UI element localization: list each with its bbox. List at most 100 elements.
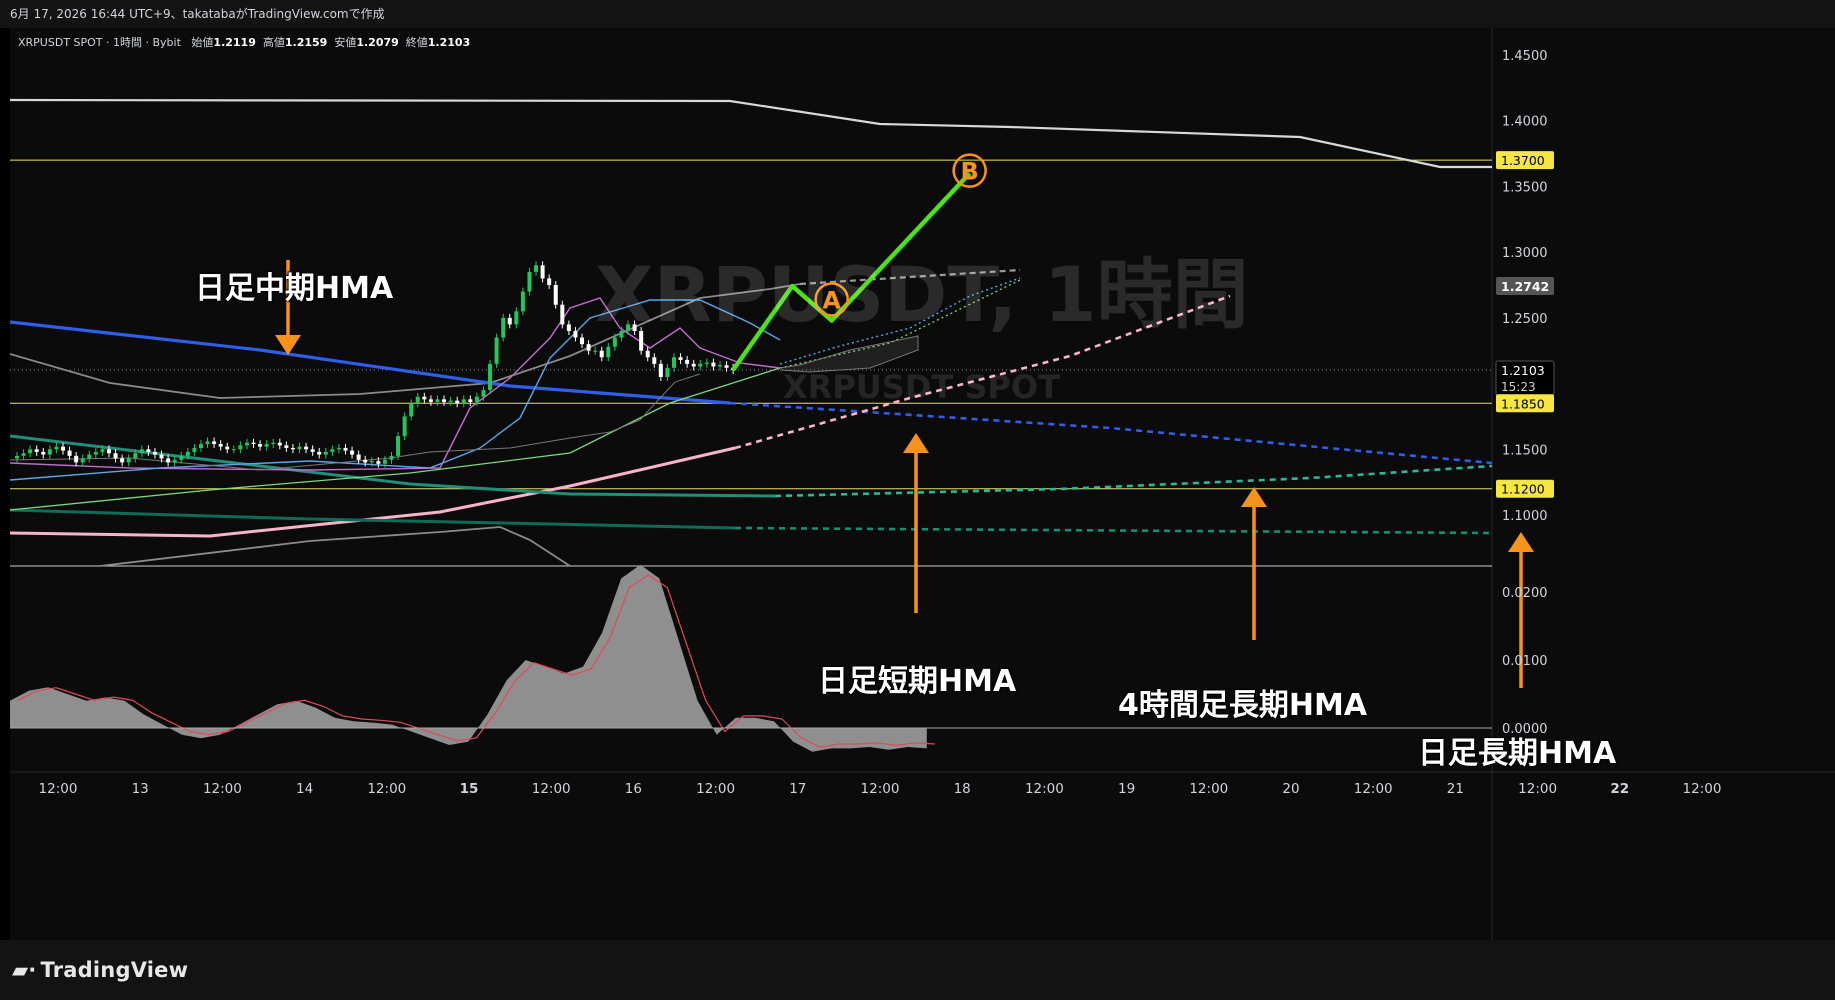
- candle-body: [389, 455, 394, 460]
- x-tick-label: 21: [1447, 781, 1464, 797]
- chart-header: 6月 17, 2026 16:44 UTC+9、takatabaがTrading…: [0, 0, 1835, 28]
- candle-body: [435, 399, 440, 402]
- candle-body: [238, 445, 243, 450]
- candle-body: [47, 449, 52, 455]
- candle-body: [225, 446, 230, 450]
- scenario-marker-label-b: B: [961, 158, 979, 186]
- header-text: 6月 17, 2026 16:44 UTC+9、takatabaがTrading…: [10, 7, 385, 21]
- tradingview-logo[interactable]: ▰⋅ TradingView: [12, 958, 188, 982]
- candle-body: [133, 453, 138, 459]
- daily-long-hma-projection: [734, 526, 1493, 535]
- candle-body: [244, 442, 249, 446]
- tv-logo-icon: ▰⋅: [12, 958, 37, 982]
- legend-symbol: XRPUSDT SPOT · 1時間 · Bybit: [18, 36, 181, 49]
- candle-body: [494, 337, 499, 364]
- candle-body: [198, 444, 203, 448]
- candle-body: [573, 331, 578, 338]
- osc-tick-label: 0.0100: [1502, 654, 1548, 669]
- x-tick-label: 12:00: [696, 781, 735, 797]
- candle-body: [468, 399, 473, 402]
- candle-body: [724, 365, 729, 368]
- x-tick-label: 19: [1118, 781, 1135, 797]
- candle-body: [402, 416, 407, 437]
- candle-body: [553, 285, 558, 305]
- candle-body: [448, 400, 453, 402]
- y-tick-label: 1.1500: [1502, 443, 1548, 458]
- level-badge-label: 1.1850: [1501, 396, 1545, 411]
- candle-body: [34, 449, 39, 452]
- candle-body: [304, 446, 309, 450]
- oscillator-area: [10, 564, 927, 752]
- h4-long-hma-projection: [774, 464, 1493, 498]
- x-tick-label: 13: [132, 781, 149, 797]
- x-tick-label: 15: [460, 781, 479, 797]
- candle-body: [606, 346, 611, 358]
- candle-body: [28, 449, 33, 454]
- candle-body: [284, 445, 289, 448]
- y-tick-label: 1.3000: [1502, 246, 1548, 261]
- candle-body: [159, 454, 164, 459]
- candle-body: [60, 446, 65, 451]
- candle-body: [685, 359, 690, 364]
- candle-body: [87, 454, 92, 459]
- candle-body: [54, 446, 59, 450]
- candle-body: [382, 459, 387, 464]
- candle-body: [474, 396, 479, 402]
- candle-body: [704, 362, 709, 364]
- y-tick-label: 1.3500: [1502, 180, 1548, 195]
- candle-body: [330, 449, 335, 452]
- x-tick-label: 16: [625, 781, 642, 797]
- candle-body: [106, 449, 111, 454]
- x-tick-label: 12:00: [367, 781, 406, 797]
- x-tick-label: 12:00: [1354, 781, 1393, 797]
- x-tick-label: 12:00: [861, 781, 900, 797]
- candle-body: [166, 458, 171, 463]
- footer: ▰⋅ TradingView: [0, 940, 1835, 1000]
- candle-body: [356, 454, 361, 460]
- chart-area[interactable]: 1.4500 1.4000 1.3500 1.3000 1.2500 1.1500 1.10…: [10, 28, 1835, 940]
- candle-body: [317, 451, 322, 455]
- daily-mid-hma-projection: [729, 401, 1493, 465]
- candle-body: [665, 367, 670, 377]
- candle-body: [258, 444, 263, 447]
- candle-body: [376, 461, 381, 464]
- daily-long-hma: [10, 508, 736, 530]
- candle-body: [205, 441, 210, 445]
- annotation-short-hma: 日足短期HMA: [818, 664, 1017, 699]
- candle-body: [297, 446, 302, 450]
- x-tick-label: 12:00: [39, 781, 78, 797]
- candle-body: [120, 458, 125, 463]
- x-tick-label: 12:00: [532, 781, 571, 797]
- candle-body: [251, 442, 256, 445]
- level-badge-label: 1.1200: [1501, 482, 1545, 497]
- x-tick-label: 20: [1282, 781, 1299, 797]
- candle-body: [593, 350, 598, 352]
- candle-body: [580, 337, 585, 345]
- candle-body: [212, 441, 217, 445]
- candle-body: [67, 450, 72, 456]
- candle-body: [455, 400, 460, 404]
- arrow-h4-long-hma: [1241, 487, 1267, 640]
- candle-body: [152, 451, 157, 455]
- x-tick-label: 14: [296, 781, 313, 797]
- countdown-label: 15:23: [1501, 380, 1536, 394]
- annotation-long-hma: 日足長期HMA: [1418, 736, 1617, 771]
- legend-low-label: 安値: [334, 36, 357, 49]
- candle-body: [409, 403, 414, 417]
- candle-body: [93, 451, 98, 455]
- arrow-short-hma-head: [903, 433, 929, 453]
- price-chart-svg[interactable]: 1.4500 1.4000 1.3500 1.3000 1.2500 1.1500 1.10…: [10, 28, 1835, 940]
- candle-body: [74, 455, 79, 463]
- legend-open-label: 始値: [191, 36, 214, 49]
- candle-body: [350, 450, 355, 455]
- logo-text: TradingView: [40, 958, 189, 982]
- arrow-short-hma: [903, 433, 929, 613]
- candle-body: [645, 350, 650, 358]
- candle-body: [264, 444, 269, 447]
- legend-high-label: 高値: [262, 36, 285, 49]
- ohlc-legend: XRPUSDT SPOT · 1時間 · Bybit 始値1.2119 高値1.…: [18, 34, 470, 50]
- candle-body: [461, 399, 466, 404]
- candle-body: [652, 357, 657, 364]
- y-tick-label: 1.2500: [1502, 312, 1548, 327]
- candle-body: [507, 317, 512, 325]
